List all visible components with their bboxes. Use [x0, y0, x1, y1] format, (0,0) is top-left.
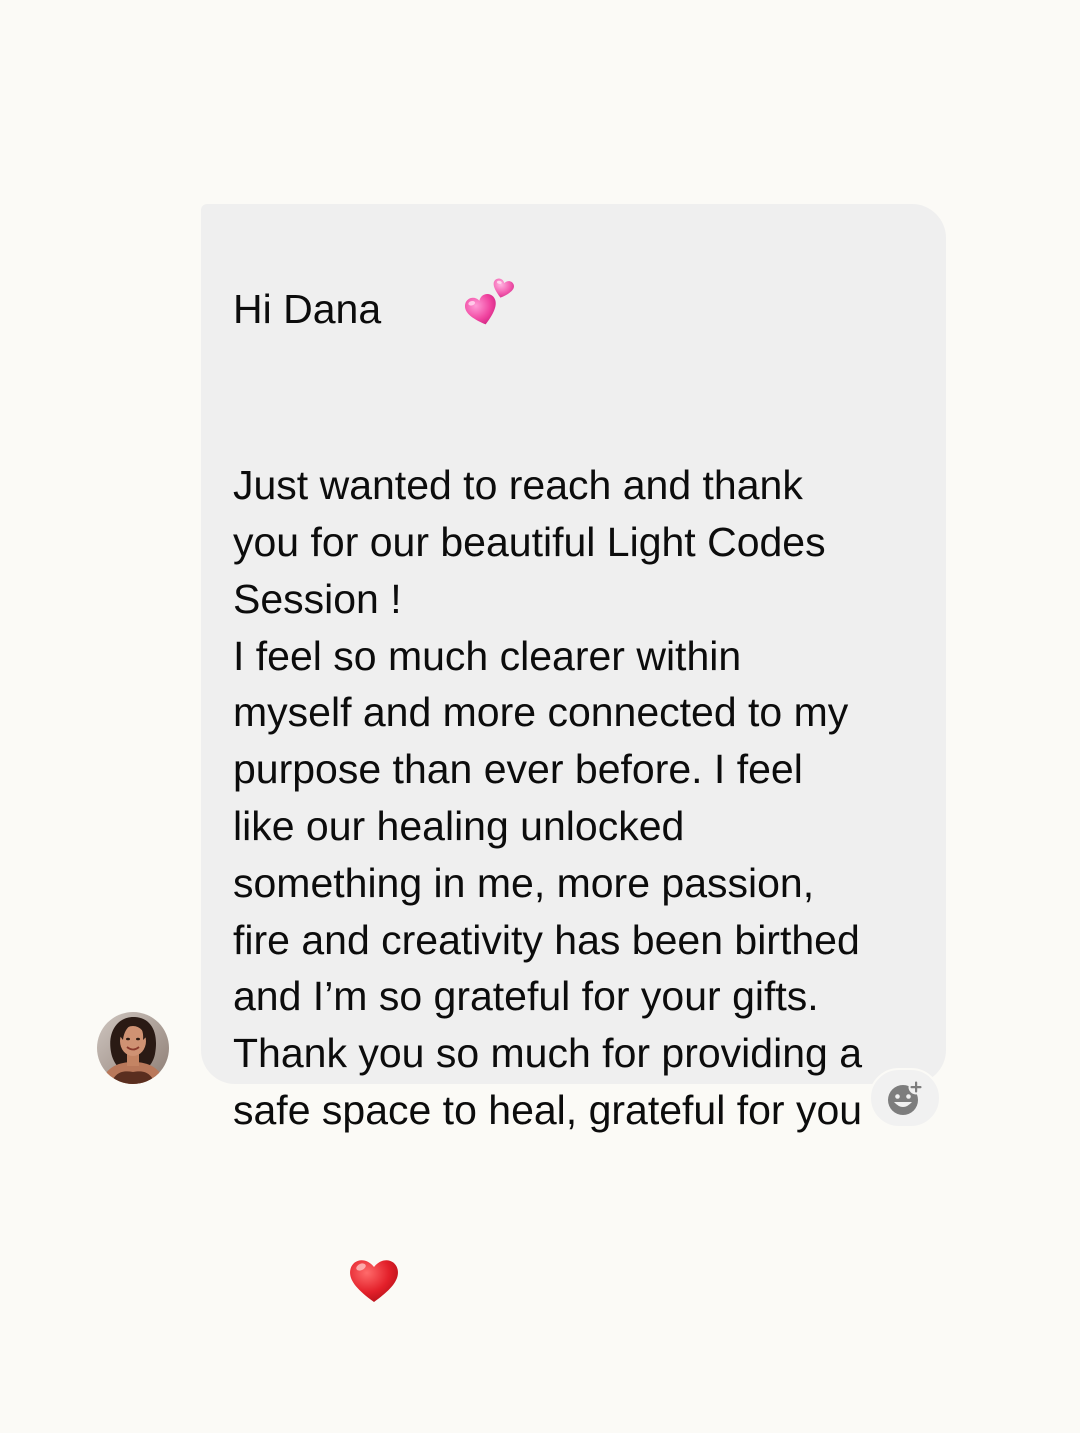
message-line: I feel so much clearer within [233, 632, 742, 679]
message-line: Thank you so much for providing a [233, 1030, 862, 1077]
message-line: purpose than ever before. I feel [233, 746, 803, 793]
message-line: fire and creativity has been birthed [233, 916, 860, 963]
red-heart-icon [279, 1198, 401, 1376]
closing-line [233, 1139, 926, 1433]
avatar-photo [97, 1012, 169, 1084]
add-reaction-button[interactable] [869, 1068, 941, 1128]
message-line: and I’m so grateful for your gifts. [233, 973, 819, 1020]
greeting-text: Hi Dana [233, 285, 382, 332]
message-line: myself and more connected to my [233, 689, 849, 736]
message-line: Session ! [233, 575, 402, 622]
greeting-line: Hi Dana [233, 218, 926, 400]
sender-avatar[interactable] [97, 1012, 169, 1084]
message-line: Just wanted to reach and thank [233, 462, 803, 509]
two-hearts-icon [395, 220, 517, 400]
message-line: you for our beautiful Light Codes [233, 518, 826, 565]
message-line: like our healing unlocked [233, 802, 685, 849]
add-reaction-icon [888, 1079, 924, 1115]
message-bubble[interactable]: Hi Dana Just wanted to reach and thank y… [201, 204, 946, 1303]
message-line: something in me, more passion, [233, 859, 815, 906]
message-line: safe space to heal, grateful for you [233, 1086, 863, 1133]
